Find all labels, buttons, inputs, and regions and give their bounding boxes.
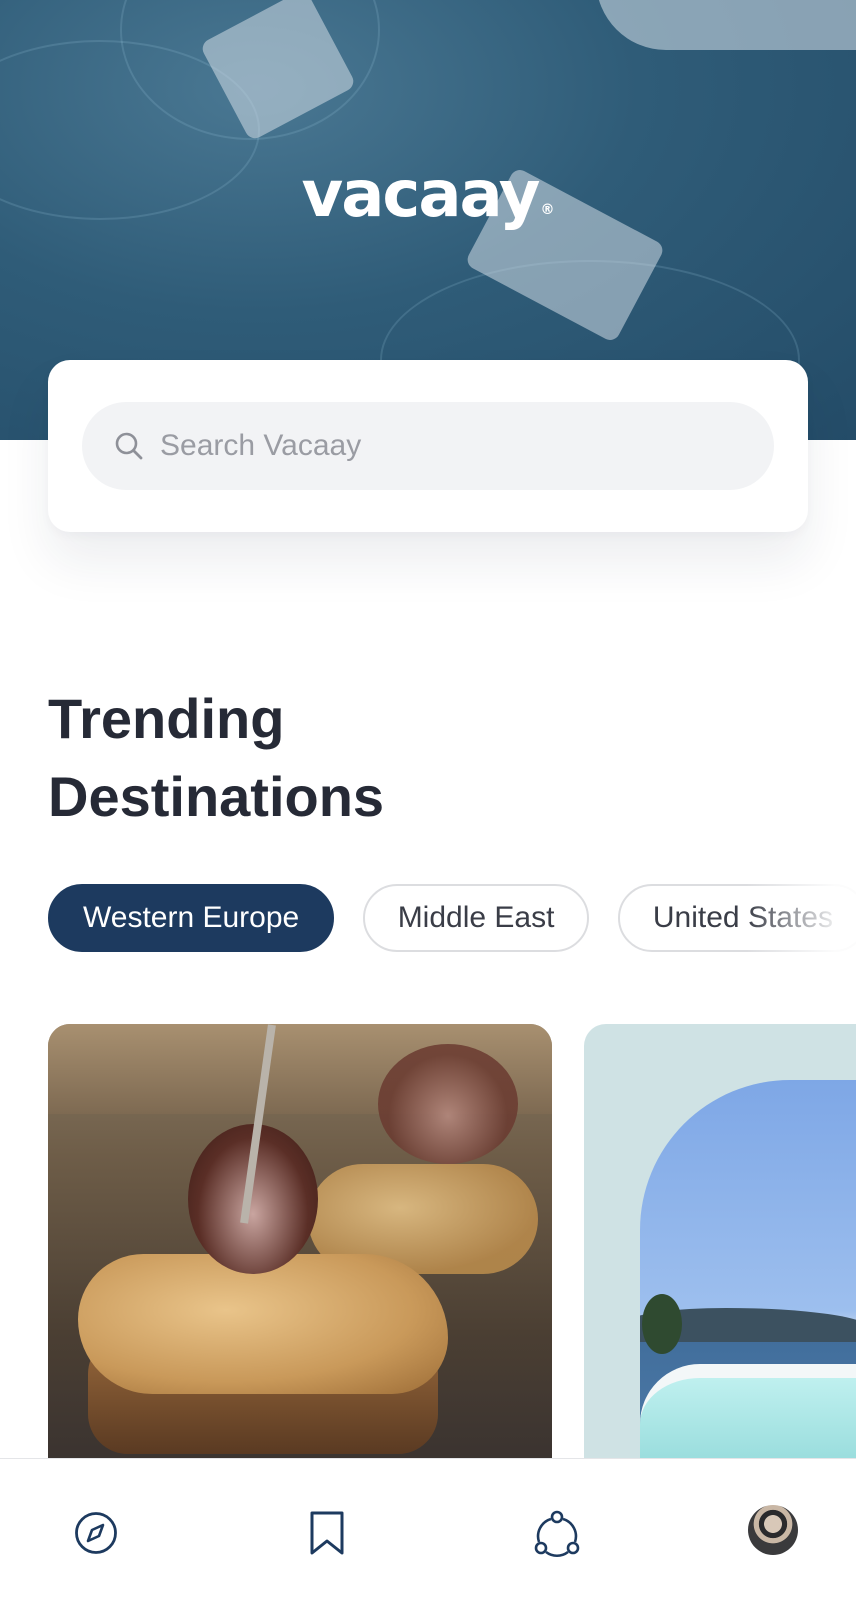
search-bar[interactable]	[82, 402, 774, 490]
nav-saved[interactable]	[301, 1507, 353, 1559]
palm-shape	[642, 1294, 682, 1354]
chip-united-states[interactable]: United States	[617, 884, 856, 952]
search-card	[48, 360, 808, 532]
chip-western-europe[interactable]: Western Europe	[48, 884, 335, 952]
destination-card-food[interactable]	[48, 1024, 552, 1464]
vacaay-logo: vacaay ®	[0, 158, 856, 232]
chip-middle-east[interactable]: Middle East	[362, 884, 590, 952]
food-shape	[378, 1044, 518, 1164]
food-shape	[78, 1254, 448, 1394]
pool-shape	[640, 1364, 856, 1464]
destination-card-santorini[interactable]	[584, 1024, 856, 1464]
logo-registered-mark: ®	[540, 202, 555, 218]
bookmark-icon	[310, 1511, 344, 1555]
profile-avatar[interactable]	[748, 1505, 798, 1555]
nav-explore[interactable]	[70, 1507, 122, 1559]
compass-icon	[75, 1512, 117, 1554]
logo-text: vacaay	[301, 158, 541, 232]
section-title: Trending Destinations	[48, 680, 548, 836]
community-icon	[534, 1510, 580, 1557]
search-input[interactable]	[160, 429, 720, 463]
boat-shape	[596, 0, 856, 50]
nav-community[interactable]	[531, 1507, 583, 1559]
region-filter-chips: Western Europe Middle East United States	[48, 884, 856, 952]
search-icon	[115, 432, 143, 460]
section-title-line1: Trending	[48, 687, 285, 750]
bottom-navigation	[0, 1458, 856, 1624]
section-title-line2: Destinations	[48, 765, 385, 828]
